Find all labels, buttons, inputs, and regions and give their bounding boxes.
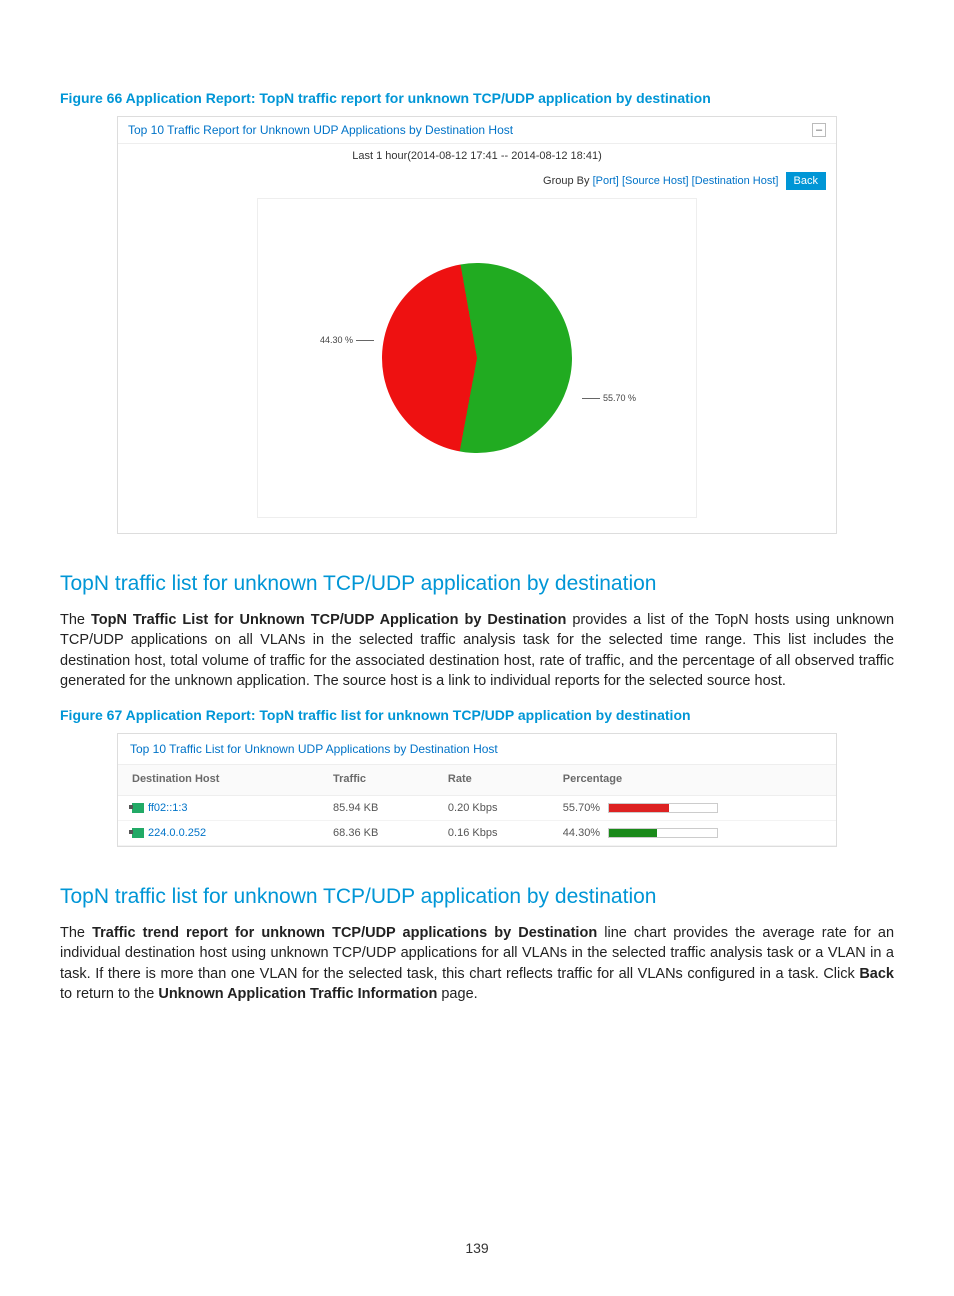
host-icon: [132, 828, 144, 838]
th-rate[interactable]: Rate: [434, 765, 549, 796]
th-percentage[interactable]: Percentage: [549, 765, 836, 796]
page-number: 139: [0, 1240, 954, 1256]
table-row: ff02::1:3 85.94 KB0.20 Kbps55.70%: [118, 796, 836, 821]
percentage-bar: [608, 803, 718, 813]
cell-traffic: 85.94 KB: [319, 796, 434, 821]
host-link[interactable]: ff02::1:3: [148, 802, 188, 814]
cell-rate: 0.20 Kbps: [434, 796, 549, 821]
fig67-panel-title: Top 10 Traffic List for Unknown UDP Appl…: [118, 734, 836, 764]
figure67-caption: Figure 67 Application Report: TopN traff…: [60, 707, 894, 723]
fig66-titlebar: Top 10 Traffic Report for Unknown UDP Ap…: [118, 117, 836, 144]
section1-heading: TopN traffic list for unknown TCP/UDP ap…: [60, 572, 894, 596]
section2-paragraph: The Traffic trend report for unknown TCP…: [60, 923, 894, 1004]
cell-percentage: 55.70%: [549, 796, 836, 821]
group-by-source-link[interactable]: [Source Host]: [622, 175, 689, 187]
percentage-bar: [608, 828, 718, 838]
section2-heading: TopN traffic list for unknown TCP/UDP ap…: [60, 885, 894, 909]
host-link[interactable]: 224.0.0.252: [148, 827, 206, 839]
collapse-icon[interactable]: –: [812, 123, 826, 137]
fig66-panel-title: Top 10 Traffic Report for Unknown UDP Ap…: [128, 123, 513, 137]
pie-chart: [367, 248, 587, 468]
figure66-caption: Figure 66 Application Report: TopN traff…: [60, 90, 894, 106]
pie-chart-area: 44.30 % 55.70 %: [257, 198, 697, 518]
fig67-panel: Top 10 Traffic List for Unknown UDP Appl…: [117, 733, 837, 847]
table-row: 224.0.0.252 68.36 KB0.16 Kbps44.30%: [118, 821, 836, 846]
cell-traffic: 68.36 KB: [319, 821, 434, 846]
pie-label-green: 55.70 %: [582, 393, 636, 403]
fig66-panel: Top 10 Traffic Report for Unknown UDP Ap…: [117, 116, 837, 534]
cell-percentage: 44.30%: [549, 821, 836, 846]
cell-rate: 0.16 Kbps: [434, 821, 549, 846]
fig66-timerange: Last 1 hour(2014-08-12 17:41 -- 2014-08-…: [118, 144, 836, 168]
section1-paragraph: The TopN Traffic List for Unknown TCP/UD…: [60, 610, 894, 691]
group-by-bar: Group By [Port] [Source Host] [Destinati…: [118, 168, 836, 198]
pie-label-red: 44.30 %: [320, 335, 374, 345]
host-icon: [132, 803, 144, 813]
group-by-dest-link[interactable]: [Destination Host]: [692, 175, 779, 187]
group-by-port-link[interactable]: [Port]: [593, 175, 619, 187]
back-button[interactable]: Back: [786, 172, 826, 190]
th-dest-host[interactable]: Destination Host: [118, 765, 319, 796]
traffic-table: Destination Host Traffic Rate Percentage…: [118, 764, 836, 846]
group-by-label: Group By: [543, 175, 593, 187]
table-header-row: Destination Host Traffic Rate Percentage: [118, 765, 836, 796]
th-traffic[interactable]: Traffic: [319, 765, 434, 796]
